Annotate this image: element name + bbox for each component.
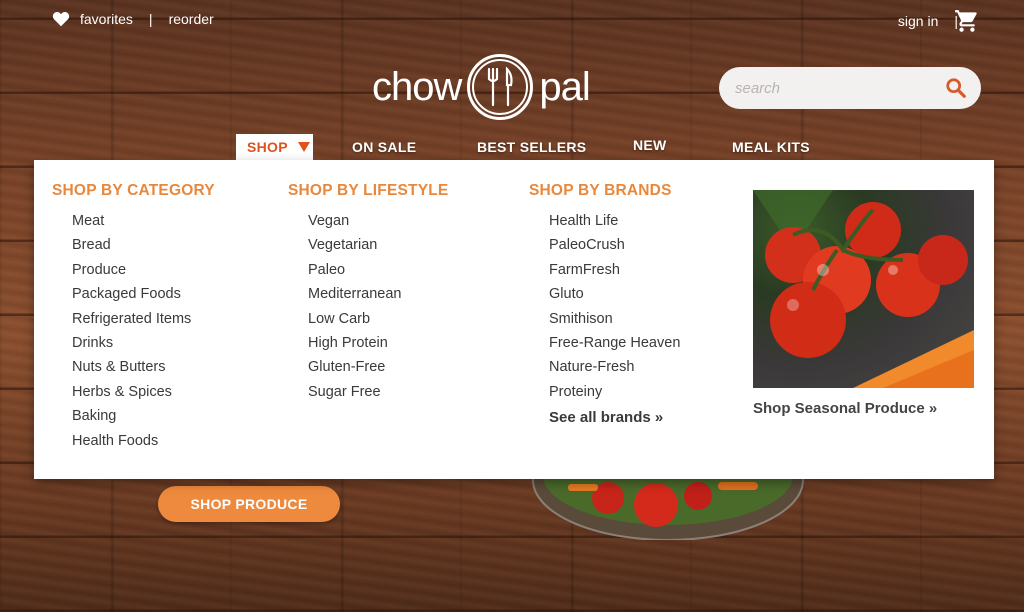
reorder-link[interactable]: reorder [169, 11, 214, 27]
shop-produce-button[interactable]: SHOP PRODUCE [158, 486, 340, 522]
menu-item[interactable]: Mediterranean [308, 282, 448, 306]
menu-item[interactable]: Low Carb [308, 307, 448, 331]
menu-item[interactable]: Refrigerated Items [72, 307, 215, 331]
menu-item[interactable]: Nature-Fresh [549, 355, 680, 379]
chevron-down-icon [297, 142, 310, 152]
menu-item[interactable]: Paleo [308, 258, 448, 282]
menu-item[interactable]: Health Foods [72, 429, 215, 453]
lifestyle-heading: SHOP BY LIFESTYLE [288, 182, 449, 199]
menu-item[interactable]: Proteiny [549, 380, 680, 404]
logo-ring [467, 54, 534, 120]
salad-bowl-image [532, 470, 804, 540]
menu-item[interactable]: Smithison [549, 307, 680, 331]
menu-item[interactable]: Baking [72, 404, 215, 428]
brands-heading: SHOP BY BRANDS [529, 182, 672, 199]
menu-item[interactable]: Produce [72, 258, 215, 282]
nav-on-sale[interactable]: ON SALE [352, 134, 416, 160]
shop-mega-menu: SHOP BY CATEGORY Meat Bread Produce Pack… [34, 160, 994, 479]
nav-shop[interactable]: SHOP [236, 134, 313, 160]
menu-item[interactable]: Meat [72, 209, 215, 233]
nav-meal-kits[interactable]: MEAL KITS [732, 134, 810, 160]
top-bar: favorites | reorder sign in | [0, 0, 1024, 40]
menu-item[interactable]: Gluten-Free [308, 355, 448, 379]
menu-item[interactable]: Bread [72, 233, 215, 257]
logo-ring-inner [472, 59, 529, 115]
brands-list: Health Life PaleoCrush FarmFresh Gluto S… [529, 209, 680, 431]
menu-item[interactable]: Drinks [72, 331, 215, 355]
category-column: SHOP BY CATEGORY Meat Bread Produce Pack… [52, 182, 215, 453]
logo-text-left: chow [372, 64, 462, 109]
logo-text-right: pal [539, 64, 590, 109]
menu-item[interactable]: Health Life [549, 209, 680, 233]
favorites-link[interactable]: favorites [80, 11, 133, 27]
menu-item[interactable]: FarmFresh [549, 258, 680, 282]
sign-in-link[interactable]: sign in [898, 13, 938, 29]
cart-icon[interactable] [954, 8, 980, 34]
category-list: Meat Bread Produce Packaged Foods Refrig… [52, 209, 215, 453]
nav-best-sellers[interactable]: BEST SELLERS [477, 134, 586, 160]
menu-item[interactable]: Vegan [308, 209, 448, 233]
account-links: favorites | reorder [52, 11, 214, 27]
menu-item[interactable]: Sugar Free [308, 380, 448, 404]
search-input[interactable] [735, 79, 935, 97]
chowpal-logo[interactable]: chow pal [372, 54, 591, 120]
menu-item[interactable]: Nuts & Butters [72, 355, 215, 379]
brands-column: SHOP BY BRANDS Health Life PaleoCrush Fa… [529, 182, 680, 431]
nav-shop-label: SHOP [247, 139, 288, 155]
menu-item[interactable]: Vegetarian [308, 233, 448, 257]
tomatoes-illustration [753, 190, 974, 388]
tomatoes-image[interactable] [753, 190, 974, 388]
menu-item[interactable]: Packaged Foods [72, 282, 215, 306]
search-box [719, 67, 981, 109]
lifestyle-list: Vegan Vegetarian Paleo Mediterranean Low… [288, 209, 448, 404]
shop-seasonal-produce-link[interactable]: Shop Seasonal Produce » [753, 400, 974, 417]
lifestyle-column: SHOP BY LIFESTYLE Vegan Vegetarian Paleo… [288, 182, 448, 404]
fork-knife-icon [488, 67, 513, 107]
category-heading: SHOP BY CATEGORY [52, 182, 215, 199]
menu-item[interactable]: Gluto [549, 282, 680, 306]
menu-item[interactable]: High Protein [308, 331, 448, 355]
menu-item[interactable]: Free-Range Heaven [549, 331, 680, 355]
see-all-brands-link[interactable]: See all brands » [549, 406, 680, 430]
nav-new[interactable]: NEW [633, 132, 667, 158]
main-nav: SHOP ON SALE BEST SELLERS NEW MEAL KITS [0, 134, 1024, 160]
menu-item[interactable]: Herbs & Spices [72, 380, 215, 404]
search-icon[interactable] [945, 77, 967, 99]
seasonal-promo[interactable]: Shop Seasonal Produce » [753, 190, 974, 417]
separator: | [148, 11, 153, 27]
menu-item[interactable]: PaleoCrush [549, 233, 680, 257]
heart-icon [52, 12, 70, 27]
